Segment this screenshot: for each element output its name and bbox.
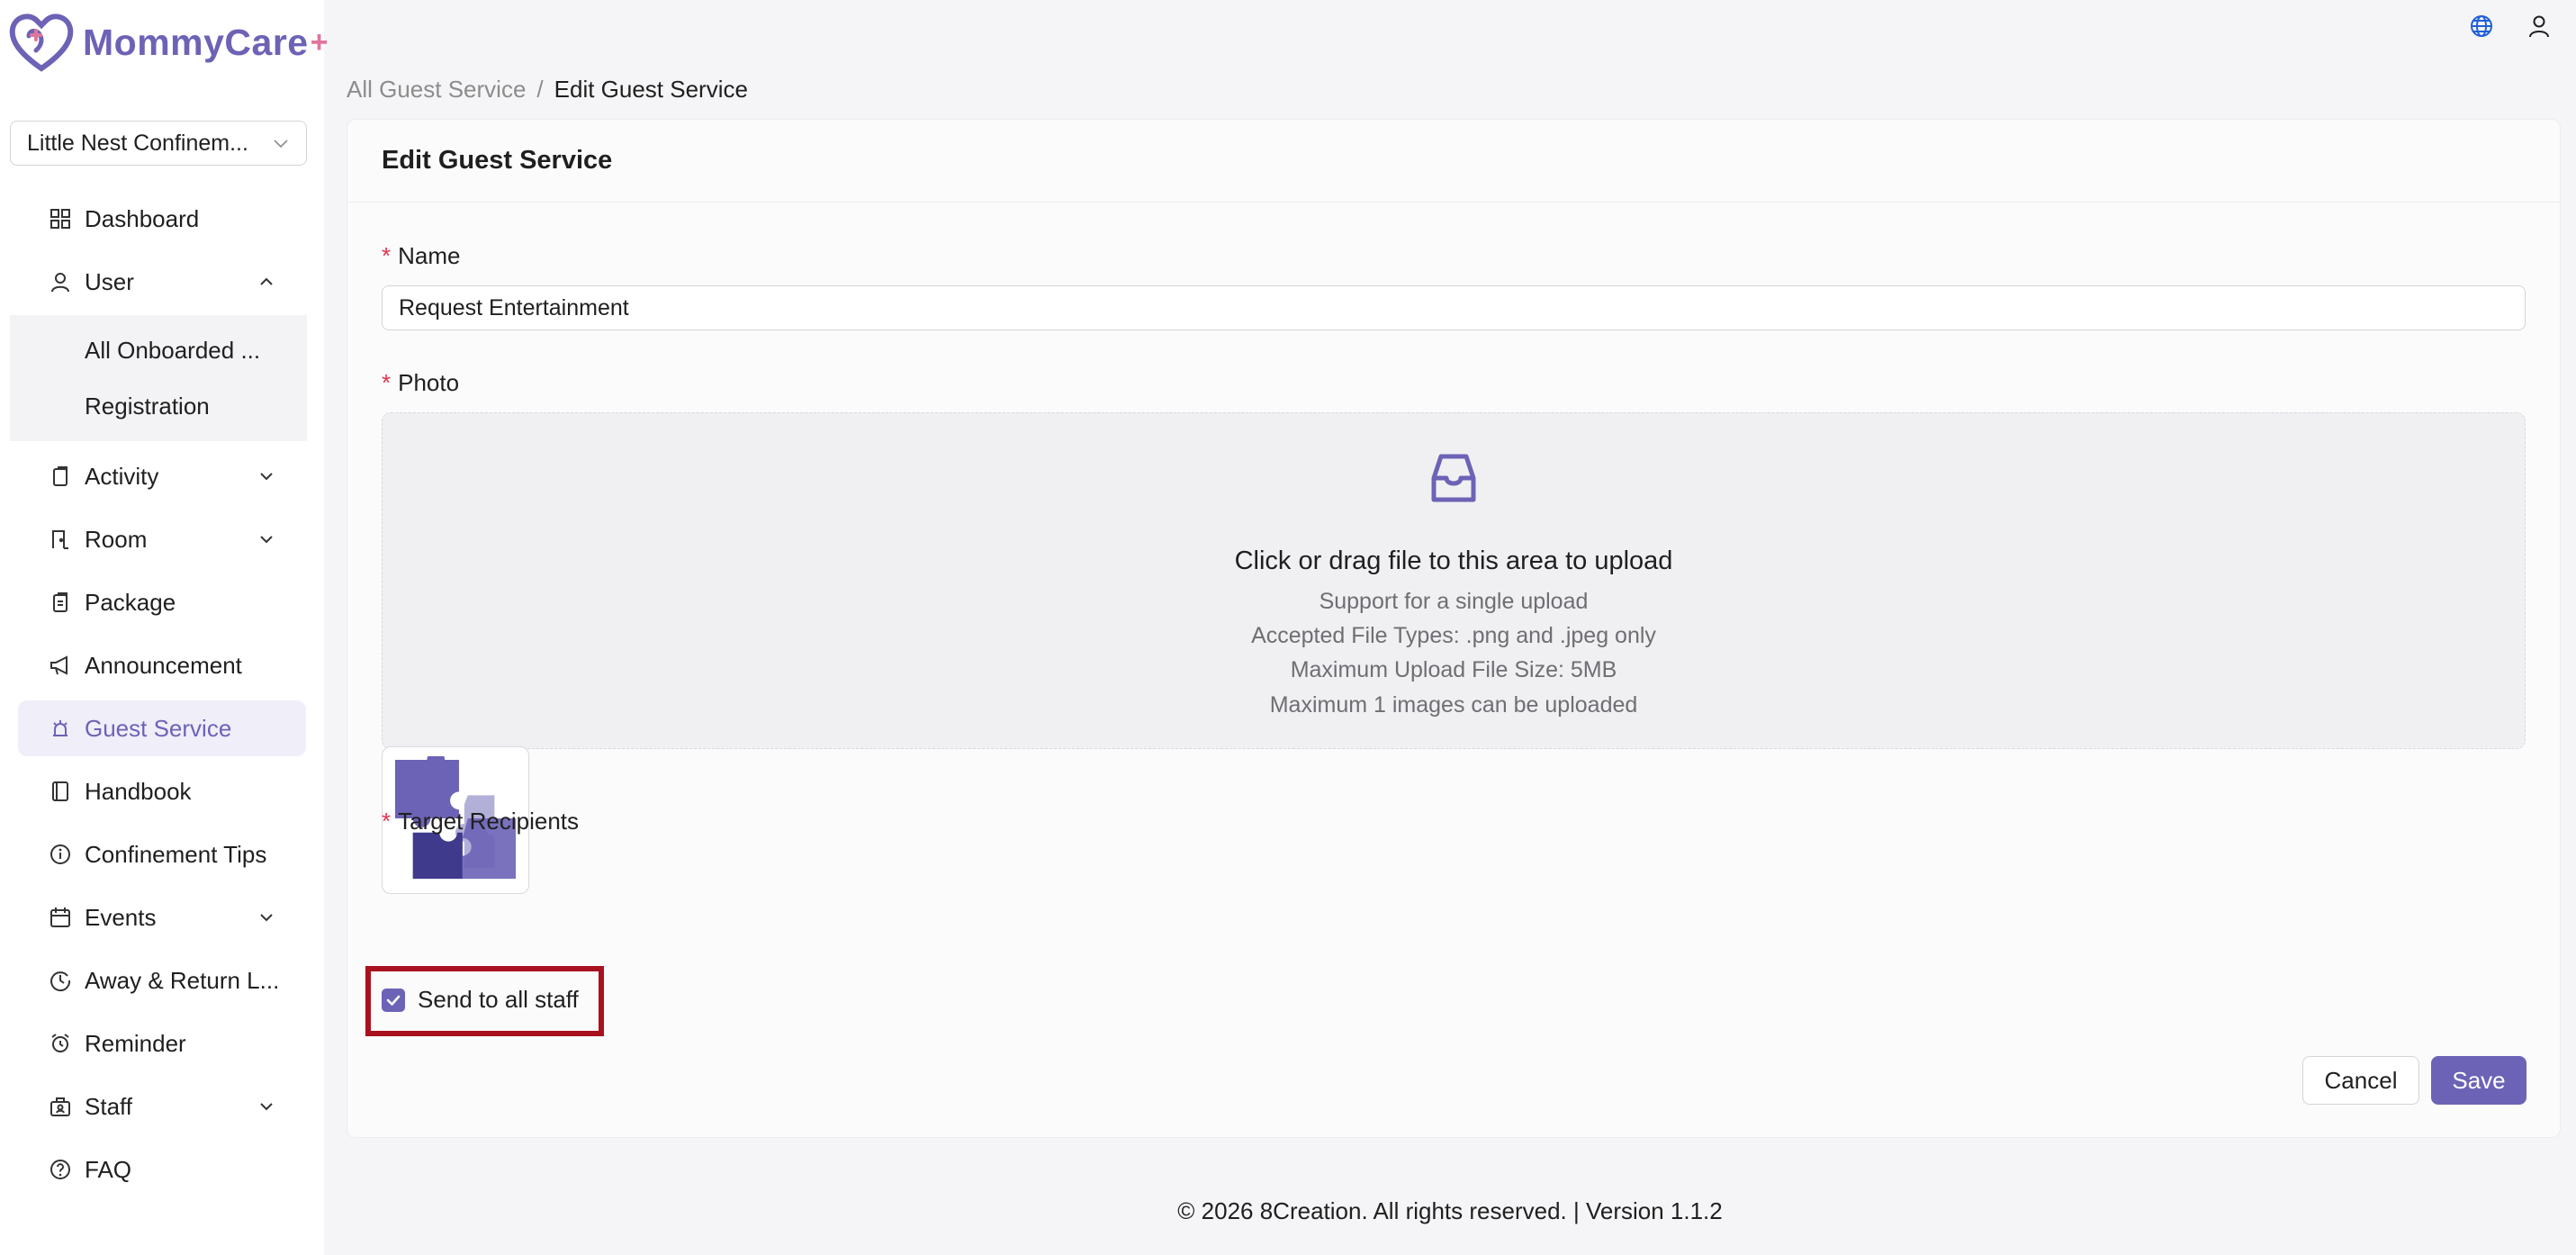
sidebar-item-announcement[interactable]: Announcement	[18, 637, 306, 693]
sidebar-item-reminder[interactable]: Reminder	[18, 1016, 306, 1071]
chevron-down-icon	[260, 1103, 273, 1111]
sidebar-item-away-return[interactable]: Away & Return L...	[18, 953, 306, 1008]
breadcrumb-parent-link[interactable]: All Guest Service	[347, 76, 526, 104]
send-to-all-staff-label: Send to all staff	[418, 986, 579, 1013]
page-title: Edit Guest Service	[347, 120, 2560, 203]
alarm-icon	[51, 1034, 69, 1052]
brand-plus: +	[310, 24, 329, 59]
sidebar-item-label: Dashboard	[85, 204, 200, 232]
calendar-icon	[50, 907, 70, 927]
sidebar: MommyCare + Little Nest Confinem... Dashb…	[0, 0, 328, 1255]
organization-select-value: Little Nest Confinem...	[27, 130, 248, 156]
name-label: * Name	[382, 242, 460, 270]
upload-hint-single: Support for a single upload	[1319, 589, 1589, 614]
name-label-text: Name	[398, 242, 461, 269]
send-to-all-staff-checkbox-row[interactable]: Send to all staff	[382, 986, 579, 1014]
sidebar-item-activity[interactable]: Activity	[18, 448, 306, 504]
sidebar-item-label: Activity	[85, 462, 159, 490]
brand-logo[interactable]: MommyCare +	[9, 13, 328, 72]
activity-icon	[53, 466, 68, 486]
breadcrumb-separator: /	[536, 76, 544, 103]
globe-icon[interactable]	[2468, 13, 2495, 40]
handbook-icon	[52, 781, 68, 801]
name-input-value: Request Entertainment	[399, 294, 629, 321]
send-to-all-staff-checkbox[interactable]	[382, 988, 405, 1012]
chevron-down-icon	[260, 914, 273, 922]
inbox-icon	[1431, 454, 1476, 502]
info-icon	[50, 844, 70, 864]
footer-copyright: © 2026 8Creation. All rights reserved. |…	[1177, 1197, 1723, 1224]
sidebar-item-label: Events	[85, 903, 157, 931]
chevron-down-icon	[274, 140, 288, 149]
upload-hint-max-images: Maximum 1 images can be uploaded	[1269, 692, 1638, 718]
chevron-up-icon	[260, 277, 273, 285]
sidebar-item-room[interactable]: Room	[18, 511, 306, 567]
required-marker: *	[382, 242, 392, 269]
sidebar-item-guest-service[interactable]: Guest Service	[18, 700, 306, 756]
sidebar-item-label: Reminder	[85, 1029, 186, 1057]
required-marker: *	[382, 369, 392, 396]
save-button[interactable]: Save	[2431, 1056, 2526, 1105]
brand-name: MommyCare	[83, 21, 309, 63]
organization-select[interactable]: Little Nest Confinem...	[10, 121, 307, 166]
guest-service-icon	[53, 720, 68, 736]
sidebar-item-label: Handbook	[85, 777, 192, 805]
sidebar-item-dashboard[interactable]: Dashboard	[18, 191, 306, 247]
photo-upload-dropzone[interactable]: Click or drag file to this area to uploa…	[382, 412, 2526, 749]
sidebar-subitem-registration[interactable]: Registration	[10, 378, 307, 434]
sidebar-item-label: Away & Return L...	[85, 966, 280, 994]
breadcrumb-current: Edit Guest Service	[554, 76, 748, 103]
chevron-down-icon	[260, 473, 273, 481]
room-icon	[52, 530, 68, 549]
sidebar-item-faq[interactable]: FAQ	[18, 1142, 306, 1197]
sidebar-menu: Dashboard User All Onboarded ... Registr…	[0, 191, 324, 1205]
target-recipients-label-text: Target Recipients	[398, 808, 580, 835]
question-icon	[50, 1160, 70, 1179]
dashboard-icon	[50, 209, 70, 229]
breadcrumb: All Guest Service / Edit Guest Service	[347, 76, 748, 104]
name-input[interactable]: Request Entertainment	[382, 285, 2526, 330]
cancel-button[interactable]: Cancel	[2302, 1056, 2419, 1105]
user-account-icon[interactable]	[2526, 13, 2553, 40]
sidebar-item-label: Announcement	[85, 651, 242, 679]
photo-label-text: Photo	[398, 369, 460, 396]
target-recipients-label: * Target Recipients	[382, 808, 579, 835]
user-submenu: All Onboarded ... Registration	[10, 315, 307, 441]
sidebar-item-label: Confinement Tips	[85, 840, 267, 868]
checkmark-icon	[386, 995, 401, 1006]
sidebar-item-confinement-tips[interactable]: Confinement Tips	[18, 826, 306, 882]
sidebar-item-label: Staff	[85, 1092, 133, 1120]
sidebar-item-label: FAQ	[85, 1155, 132, 1183]
sidebar-item-package[interactable]: Package	[18, 574, 306, 630]
sidebar-item-handbook[interactable]: Handbook	[18, 763, 306, 819]
sidebar-subitem-all-onboarded[interactable]: All Onboarded ...	[10, 322, 307, 378]
sidebar-item-label: User	[85, 267, 134, 295]
required-marker: *	[382, 808, 392, 835]
clock-icon	[50, 971, 71, 992]
sidebar-item-label: Package	[85, 588, 176, 616]
sidebar-item-label: Room	[85, 525, 148, 553]
package-icon	[53, 592, 68, 612]
sidebar-item-events[interactable]: Events	[18, 889, 306, 945]
upload-hint-max-size: Maximum Upload File Size: 5MB	[1290, 657, 1617, 682]
user-icon	[51, 273, 69, 293]
upload-hint-file-types: Accepted File Types: .png and .jpeg only	[1251, 623, 1656, 648]
staff-icon	[50, 1097, 70, 1116]
sidebar-item-staff[interactable]: Staff	[18, 1079, 306, 1134]
photo-label: * Photo	[382, 369, 459, 397]
sidebar-item-label: Guest Service	[85, 714, 232, 742]
heart-logo-icon	[9, 14, 74, 72]
upload-title: Click or drag file to this area to uploa…	[1234, 546, 1673, 575]
edit-guest-service-card: Edit Guest Service * Name Request Enterta…	[347, 119, 2561, 1138]
chevron-down-icon	[260, 536, 273, 544]
sidebar-item-user[interactable]: User	[18, 254, 306, 310]
announcement-icon	[50, 655, 68, 675]
